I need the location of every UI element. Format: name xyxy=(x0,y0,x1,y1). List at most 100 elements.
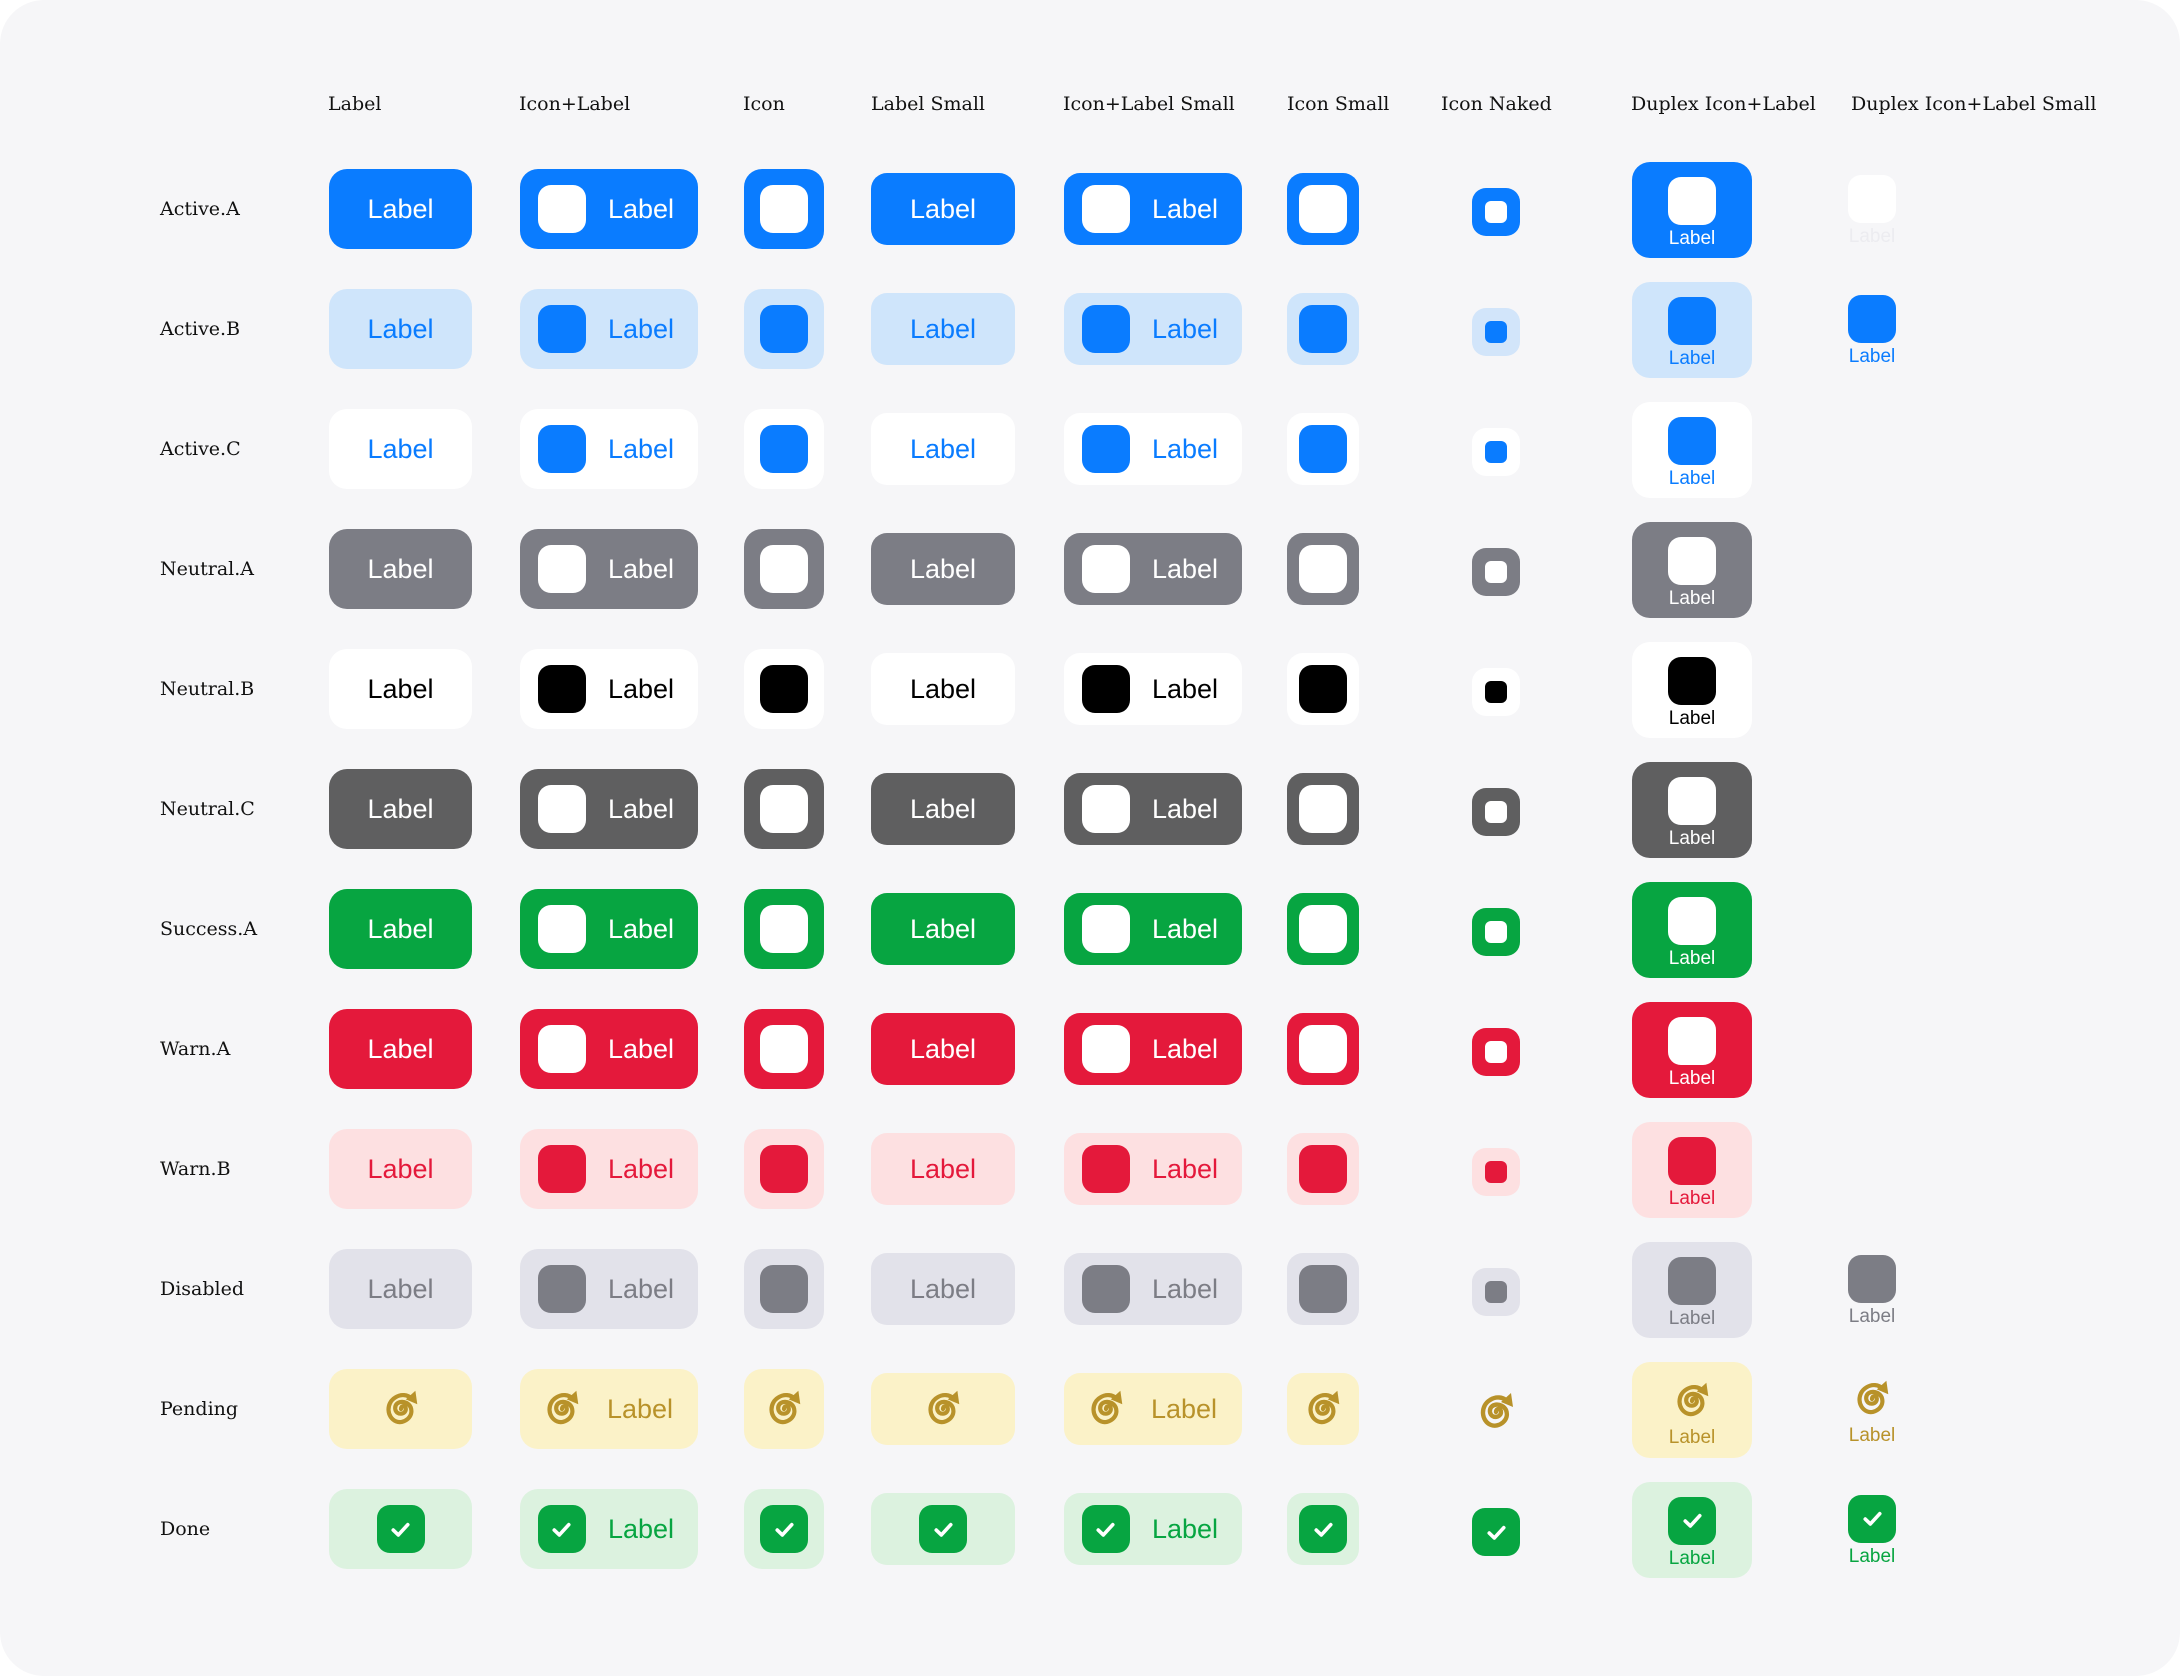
neutral-a-icon-naked-button[interactable] xyxy=(1472,548,1520,596)
neutral-a-label-button[interactable]: Label xyxy=(329,529,472,609)
active-b-icon-small-button[interactable] xyxy=(1287,293,1359,365)
disabled-icon-label-small-button[interactable]: Label xyxy=(1064,1253,1242,1325)
done-duplex-button[interactable]: Label xyxy=(1632,1482,1752,1578)
pending-icon-naked-button[interactable] xyxy=(1472,1388,1520,1436)
active-b-duplex-button[interactable]: Label xyxy=(1632,282,1752,378)
pending-duplex-small-button[interactable]: Label xyxy=(1832,1370,1912,1450)
neutral-a-label-small-button[interactable]: Label xyxy=(871,533,1015,605)
active-b-icon-button[interactable] xyxy=(744,289,824,369)
active-b-label-small-button[interactable]: Label xyxy=(871,293,1015,365)
done-label-small-button[interactable] xyxy=(871,1493,1015,1565)
done-icon-naked-button[interactable] xyxy=(1472,1508,1520,1556)
active-a-label-small-button[interactable]: Label xyxy=(871,173,1015,245)
active-a-duplex-small-button[interactable]: Label xyxy=(1832,170,1912,250)
disabled-label-small-button[interactable]: Label xyxy=(871,1253,1015,1325)
disabled-icon-small-button[interactable] xyxy=(1287,1253,1359,1325)
active-c-icon-label-small-button[interactable]: Label xyxy=(1064,413,1242,485)
neutral-c-icon-button[interactable] xyxy=(744,769,824,849)
neutral-c-icon-label-small-button[interactable]: Label xyxy=(1064,773,1242,845)
neutral-a-icon-button[interactable] xyxy=(744,529,824,609)
warn-b-icon-label-small-button[interactable]: Label xyxy=(1064,1133,1242,1205)
pending-label-button[interactable] xyxy=(329,1369,472,1449)
neutral-a-icon-small-button[interactable] xyxy=(1287,533,1359,605)
warn-a-icon-button[interactable] xyxy=(744,1009,824,1089)
active-c-label-button[interactable]: Label xyxy=(329,409,472,489)
disabled-icon-label-button[interactable]: Label xyxy=(520,1249,698,1329)
success-a-icon-naked-button[interactable] xyxy=(1472,908,1520,956)
success-a-icon-label-button[interactable]: Label xyxy=(520,889,698,969)
pending-icon-small-button[interactable] xyxy=(1287,1373,1359,1445)
warn-b-label-button[interactable]: Label xyxy=(329,1129,472,1209)
warn-a-icon-label-button[interactable]: Label xyxy=(520,1009,698,1089)
warn-a-icon-small-button[interactable] xyxy=(1287,1013,1359,1085)
neutral-a-icon-label-small-button[interactable]: Label xyxy=(1064,533,1242,605)
neutral-b-icon-label-small-button[interactable]: Label xyxy=(1064,653,1242,725)
done-label-button[interactable] xyxy=(329,1489,472,1569)
active-c-label-small-button[interactable]: Label xyxy=(871,413,1015,485)
success-a-icon-label-small-button[interactable]: Label xyxy=(1064,893,1242,965)
neutral-b-icon-button[interactable] xyxy=(744,649,824,729)
active-b-duplex-small-button[interactable]: Label xyxy=(1832,290,1912,370)
active-c-icon-naked-button[interactable] xyxy=(1472,428,1520,476)
pending-icon-label-small-button[interactable]: Label xyxy=(1064,1373,1242,1445)
active-b-icon-naked-button[interactable] xyxy=(1472,308,1520,356)
active-b-label-button[interactable]: Label xyxy=(329,289,472,369)
neutral-b-label-small-button[interactable]: Label xyxy=(871,653,1015,725)
pending-label-small-button[interactable] xyxy=(871,1373,1015,1445)
active-c-icon-label-button[interactable]: Label xyxy=(520,409,698,489)
disabled-duplex-button[interactable]: Label xyxy=(1632,1242,1752,1338)
warn-b-icon-button[interactable] xyxy=(744,1129,824,1209)
neutral-b-icon-label-button[interactable]: Label xyxy=(520,649,698,729)
warn-b-icon-naked-button[interactable] xyxy=(1472,1148,1520,1196)
warn-b-icon-small-button[interactable] xyxy=(1287,1133,1359,1205)
active-a-icon-label-small-button[interactable]: Label xyxy=(1064,173,1242,245)
pending-duplex-button[interactable]: Label xyxy=(1632,1362,1752,1458)
disabled-duplex-small-button[interactable]: Label xyxy=(1832,1250,1912,1330)
success-a-duplex-button[interactable]: Label xyxy=(1632,882,1752,978)
pending-icon-label-button[interactable]: Label xyxy=(520,1369,698,1449)
warn-b-duplex-button[interactable]: Label xyxy=(1632,1122,1752,1218)
pending-icon-button[interactable] xyxy=(744,1369,824,1449)
warn-a-icon-label-small-button[interactable]: Label xyxy=(1064,1013,1242,1085)
active-a-label-button[interactable]: Label xyxy=(329,169,472,249)
neutral-c-icon-small-button[interactable] xyxy=(1287,773,1359,845)
active-a-duplex-button[interactable]: Label xyxy=(1632,162,1752,258)
neutral-b-label-button[interactable]: Label xyxy=(329,649,472,729)
neutral-a-duplex-button[interactable]: Label xyxy=(1632,522,1752,618)
active-c-icon-button[interactable] xyxy=(744,409,824,489)
done-duplex-small-button[interactable]: Label xyxy=(1832,1490,1912,1570)
neutral-b-duplex-button[interactable]: Label xyxy=(1632,642,1752,738)
success-a-label-small-button[interactable]: Label xyxy=(871,893,1015,965)
neutral-a-icon-label-button[interactable]: Label xyxy=(520,529,698,609)
done-icon-label-button[interactable]: Label xyxy=(520,1489,698,1569)
done-icon-label-small-button[interactable]: Label xyxy=(1064,1493,1242,1565)
neutral-c-icon-label-button[interactable]: Label xyxy=(520,769,698,849)
active-a-icon-naked-button[interactable] xyxy=(1472,188,1520,236)
active-c-icon-small-button[interactable] xyxy=(1287,413,1359,485)
neutral-c-label-button[interactable]: Label xyxy=(329,769,472,849)
disabled-icon-button[interactable] xyxy=(744,1249,824,1329)
warn-b-label-small-button[interactable]: Label xyxy=(871,1133,1015,1205)
active-b-icon-label-small-button[interactable]: Label xyxy=(1064,293,1242,365)
active-b-icon-label-button[interactable]: Label xyxy=(520,289,698,369)
active-a-icon-label-button[interactable]: Label xyxy=(520,169,698,249)
warn-a-duplex-button[interactable]: Label xyxy=(1632,1002,1752,1098)
active-a-icon-button[interactable] xyxy=(744,169,824,249)
active-a-icon-small-button[interactable] xyxy=(1287,173,1359,245)
warn-a-icon-naked-button[interactable] xyxy=(1472,1028,1520,1076)
success-a-label-button[interactable]: Label xyxy=(329,889,472,969)
neutral-b-icon-small-button[interactable] xyxy=(1287,653,1359,725)
neutral-c-duplex-button[interactable]: Label xyxy=(1632,762,1752,858)
warn-a-label-button[interactable]: Label xyxy=(329,1009,472,1089)
neutral-b-icon-naked-button[interactable] xyxy=(1472,668,1520,716)
success-a-icon-small-button[interactable] xyxy=(1287,893,1359,965)
done-icon-small-button[interactable] xyxy=(1287,1493,1359,1565)
disabled-icon-naked-button[interactable] xyxy=(1472,1268,1520,1316)
neutral-c-icon-naked-button[interactable] xyxy=(1472,788,1520,836)
warn-b-icon-label-button[interactable]: Label xyxy=(520,1129,698,1209)
neutral-c-label-small-button[interactable]: Label xyxy=(871,773,1015,845)
warn-a-label-small-button[interactable]: Label xyxy=(871,1013,1015,1085)
disabled-label-button[interactable]: Label xyxy=(329,1249,472,1329)
active-c-duplex-button[interactable]: Label xyxy=(1632,402,1752,498)
done-icon-button[interactable] xyxy=(744,1489,824,1569)
